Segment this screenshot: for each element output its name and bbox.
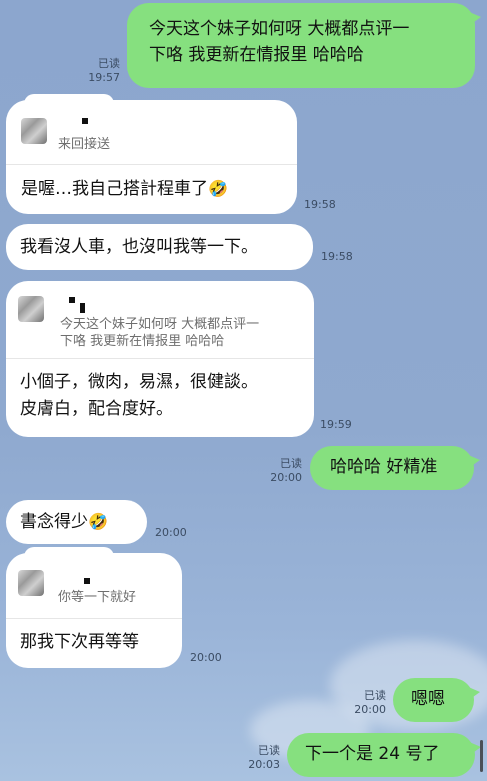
- message-status: 已读 20:00: [354, 689, 386, 716]
- message-text: 書念得少🤣: [20, 509, 108, 535]
- message-status: 已读 19:57: [88, 57, 120, 84]
- message-time: 19:58: [304, 198, 336, 211]
- message-text: 哈哈哈 好精准: [330, 457, 438, 477]
- message-text-line: 今天这个妹子如何呀 大概都点评一: [149, 19, 410, 39]
- message-bubble-outgoing[interactable]: 今天这个妹子如何呀 大概都点评一 下咯 我更新在情报里 哈哈哈: [127, 3, 481, 88]
- message-bubble-incoming[interactable]: 来回接送 是喔…我自己搭計程車了🤣: [6, 94, 297, 214]
- quoted-reply[interactable]: 来回接送: [6, 100, 297, 165]
- message-bubble-incoming[interactable]: 我看沒人車，也沒叫我等一下。: [6, 224, 313, 270]
- laughing-emoji-icon: 🤣: [208, 179, 228, 198]
- avatar-icon: [18, 296, 44, 322]
- quoted-text-line: 今天这个妹子如何呀 大概都点评一: [60, 317, 260, 332]
- message-text: 下一个是 24 号了: [305, 744, 440, 764]
- redaction-mark: [82, 118, 88, 124]
- message-time: 19:59: [320, 418, 352, 431]
- quoted-text-line: 下咯 我更新在情报里 哈哈哈: [60, 334, 225, 349]
- message-text: 嗯嗯: [411, 689, 445, 709]
- quoted-text: 你等一下就好: [58, 590, 137, 605]
- message-bubble-outgoing[interactable]: 嗯嗯: [393, 678, 480, 722]
- message-bubble-outgoing[interactable]: 哈哈哈 好精准: [310, 446, 480, 490]
- message-text-line: 小個子，微肉，易濕，很健談。: [20, 372, 258, 392]
- message-time: 20:00: [190, 651, 222, 664]
- redaction-mark: [84, 578, 90, 584]
- message-time: 19:58: [321, 250, 353, 263]
- avatar-icon: [21, 118, 47, 144]
- scrollbar[interactable]: [480, 740, 483, 772]
- message-text: 是喔…我自己搭計程車了🤣: [21, 176, 228, 202]
- laughing-emoji-icon: 🤣: [88, 512, 108, 531]
- message-bubble-outgoing[interactable]: 下一个是 24 号了: [287, 733, 481, 777]
- message-bubble-incoming[interactable]: 書念得少🤣: [6, 500, 147, 544]
- redaction-mark: [69, 297, 75, 303]
- message-time: 20:00: [155, 526, 187, 539]
- avatar-icon: [18, 570, 44, 596]
- message-bubble-incoming[interactable]: 你等一下就好 那我下次再等等: [6, 547, 182, 668]
- quoted-reply[interactable]: 你等一下就好: [6, 553, 182, 619]
- quoted-text: 来回接送: [58, 137, 111, 152]
- message-text: 那我下次再等等: [20, 632, 139, 652]
- message-text-content: 書念得少: [20, 512, 88, 532]
- message-text-line: 皮膚白，配合度好。: [20, 399, 173, 419]
- redaction-mark: [80, 303, 85, 313]
- message-text: 我看沒人車，也沒叫我等一下。: [20, 237, 258, 257]
- message-status: 已读 20:03: [248, 744, 280, 771]
- message-status: 已读 20:00: [270, 457, 302, 484]
- message-bubble-incoming[interactable]: 今天这个妹子如何呀 大概都点评一 下咯 我更新在情报里 哈哈哈 小個子，微肉，易…: [6, 281, 314, 437]
- message-text-content: 是喔…我自己搭計程車了: [21, 179, 208, 199]
- message-text-line: 下咯 我更新在情报里 哈哈哈: [149, 45, 364, 65]
- quoted-reply[interactable]: 今天这个妹子如何呀 大概都点评一 下咯 我更新在情报里 哈哈哈: [6, 281, 314, 359]
